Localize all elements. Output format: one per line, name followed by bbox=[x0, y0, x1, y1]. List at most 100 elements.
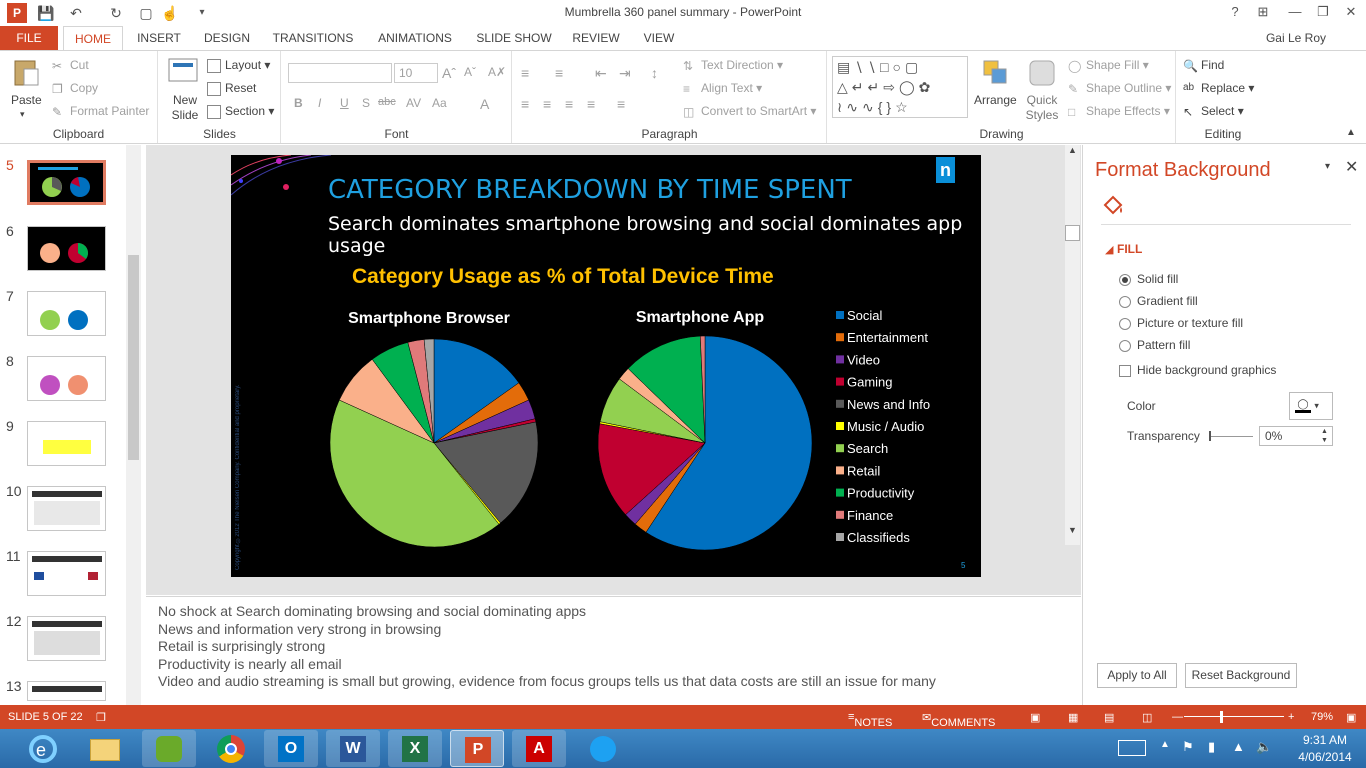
underline-button[interactable]: U bbox=[340, 96, 349, 110]
clock-time[interactable]: 9:31 AM bbox=[1290, 733, 1360, 747]
notes-toggle[interactable]: ≡ NOTES bbox=[848, 711, 892, 729]
fill-collapse-icon[interactable]: ◢ bbox=[1105, 243, 1113, 256]
justify-icon[interactable]: ≡ bbox=[587, 96, 595, 112]
normal-view-icon[interactable]: ▣ bbox=[1030, 711, 1040, 724]
network-icon[interactable]: ▲ bbox=[1232, 739, 1245, 754]
evernote-icon[interactable] bbox=[142, 730, 196, 767]
section-button[interactable]: Section ▾ bbox=[207, 104, 274, 119]
zoom-slider-thumb[interactable] bbox=[1220, 711, 1223, 723]
picture-fill-radio[interactable]: Picture or texture fill bbox=[1119, 316, 1243, 330]
tab-home[interactable]: HOME bbox=[63, 26, 123, 51]
clock-date[interactable]: 4/06/2014 bbox=[1290, 750, 1360, 764]
smartart-button[interactable]: ◫ Convert to SmartArt ▾ bbox=[683, 104, 816, 119]
slide-scrollbar[interactable]: ▲ ▼ bbox=[1065, 145, 1080, 545]
align-center-icon[interactable]: ≡ bbox=[543, 96, 551, 112]
font-name-box[interactable] bbox=[288, 63, 392, 83]
shrink-font-icon[interactable]: Aˇ bbox=[464, 65, 476, 79]
hide-background-checkbox[interactable]: Hide background graphics bbox=[1119, 363, 1276, 377]
reset-background-button[interactable]: Reset Background bbox=[1185, 663, 1297, 688]
action-center-icon[interactable]: ⚑ bbox=[1182, 739, 1194, 755]
excel-icon[interactable]: X bbox=[388, 730, 442, 767]
italic-button[interactable]: I bbox=[318, 96, 321, 110]
spinner-arrows-icon[interactable]: ▲ ▼ bbox=[1321, 427, 1328, 445]
internet-explorer-icon[interactable]: e bbox=[26, 732, 60, 766]
font-color-icon[interactable]: A bbox=[480, 96, 489, 112]
show-hidden-icons[interactable]: ▲ bbox=[1160, 739, 1170, 750]
acrobat-icon[interactable]: A bbox=[512, 730, 566, 767]
outlook-icon[interactable]: O bbox=[264, 730, 318, 767]
strikethrough-button[interactable]: abc bbox=[378, 96, 396, 108]
help-icon[interactable]: ? bbox=[1224, 2, 1246, 22]
word-icon[interactable]: W bbox=[326, 730, 380, 767]
bullets-icon[interactable]: ≡ bbox=[521, 65, 529, 81]
shapes-gallery[interactable]: ▤∖∖□○▢ △↵↵⇨◯✿ ≀∿∿{}☆ bbox=[832, 56, 968, 118]
tab-animations[interactable]: ANIMATIONS bbox=[370, 26, 460, 50]
slide-title[interactable]: CATEGORY BREAKDOWN BY TIME SPENT bbox=[328, 175, 852, 205]
slide-thumbnail-12[interactable] bbox=[27, 616, 106, 661]
arrange-icon[interactable] bbox=[980, 57, 1012, 89]
comments-toggle[interactable]: ✉ COMMENTS bbox=[922, 711, 995, 729]
transparency-slider[interactable] bbox=[1209, 436, 1253, 437]
shape-effects-button[interactable]: □ Shape Effects ▾ bbox=[1068, 104, 1170, 119]
twitter-icon[interactable] bbox=[576, 730, 630, 767]
numbering-icon[interactable]: ≡ bbox=[555, 65, 563, 81]
reset-button[interactable]: Reset bbox=[207, 81, 256, 96]
paste-dropdown-icon[interactable]: ▾ bbox=[20, 109, 25, 120]
slide-thumbnail-8[interactable] bbox=[27, 356, 106, 401]
align-left-icon[interactable]: ≡ bbox=[521, 96, 529, 112]
zoom-out-icon[interactable]: — bbox=[1172, 711, 1183, 723]
file-explorer-icon[interactable] bbox=[78, 730, 132, 767]
gradient-fill-radio[interactable]: Gradient fill bbox=[1119, 294, 1198, 308]
chart-title[interactable]: Category Usage as % of Total Device Time bbox=[352, 265, 774, 289]
font-size-box[interactable]: 10 bbox=[394, 63, 438, 83]
bold-button[interactable]: B bbox=[294, 96, 303, 110]
maximize-button[interactable]: ❐ bbox=[1312, 2, 1334, 22]
slide-thumbnail-6[interactable] bbox=[27, 226, 106, 271]
tab-insert[interactable]: INSERT bbox=[134, 26, 184, 50]
quick-styles-icon[interactable] bbox=[1026, 57, 1058, 89]
slide-thumbnail-10[interactable] bbox=[27, 486, 106, 531]
ribbon-options-icon[interactable]: ⊞ bbox=[1252, 2, 1274, 22]
copy-button[interactable]: ❐ Copy bbox=[52, 81, 98, 96]
slide-sorter-icon[interactable]: ▦ bbox=[1068, 711, 1078, 724]
tab-slide-show[interactable]: SLIDE SHOW bbox=[472, 26, 556, 50]
scroll-down-icon[interactable]: ▼ bbox=[1065, 525, 1080, 535]
tab-view[interactable]: VIEW bbox=[636, 26, 682, 50]
slide-thumbnail-7[interactable] bbox=[27, 291, 106, 336]
spellcheck-icon[interactable]: ❐ bbox=[96, 711, 106, 724]
volume-icon[interactable]: 🔈 bbox=[1256, 739, 1272, 755]
solid-fill-radio[interactable]: Solid fill bbox=[1119, 272, 1178, 286]
notes-pane[interactable]: No shock at Search dominating browsing a… bbox=[146, 596, 1081, 705]
increase-indent-icon[interactable]: ⇥ bbox=[619, 65, 631, 82]
slide-thumbnail-11[interactable] bbox=[27, 551, 106, 596]
shape-fill-button[interactable]: ◯ Shape Fill ▾ bbox=[1068, 58, 1149, 73]
slide-thumbnail-9[interactable] bbox=[27, 421, 106, 466]
slide-thumbnail-13[interactable] bbox=[27, 681, 106, 701]
slideshow-view-icon[interactable]: ◫ bbox=[1142, 711, 1152, 724]
battery-icon[interactable]: ▮ bbox=[1208, 739, 1215, 755]
slider-thumb[interactable] bbox=[1209, 431, 1211, 441]
quick-styles-button[interactable]: Quick Styles bbox=[1024, 93, 1060, 123]
align-right-icon[interactable]: ≡ bbox=[565, 96, 573, 112]
chrome-icon[interactable] bbox=[204, 730, 258, 767]
slide-subtitle[interactable]: Search dominates smartphone browsing and… bbox=[328, 213, 981, 257]
tab-transitions[interactable]: TRANSITIONS bbox=[268, 26, 358, 50]
apply-to-all-button[interactable]: Apply to All bbox=[1097, 663, 1177, 688]
columns-icon[interactable]: ≡ bbox=[617, 96, 625, 112]
char-spacing-icon[interactable]: AV bbox=[406, 96, 421, 110]
shadow-button[interactable]: S bbox=[362, 96, 370, 110]
slide-thumbnail-5[interactable] bbox=[27, 160, 106, 205]
paste-button[interactable]: Paste bbox=[11, 93, 42, 107]
scroll-up-icon[interactable]: ▲ bbox=[1065, 145, 1080, 155]
tab-file[interactable]: FILE bbox=[0, 26, 58, 50]
minimize-button[interactable]: — bbox=[1284, 2, 1306, 22]
zoom-level[interactable]: 79% bbox=[1311, 711, 1333, 723]
new-slide-icon[interactable] bbox=[167, 55, 199, 87]
pane-options-icon[interactable]: ▾ bbox=[1325, 161, 1330, 172]
layout-button[interactable]: Layout ▾ bbox=[207, 58, 270, 73]
color-picker-button[interactable]: ◯ ▾ bbox=[1289, 392, 1333, 420]
shape-outline-button[interactable]: ✎ Shape Outline ▾ bbox=[1068, 81, 1171, 96]
line-spacing-icon[interactable]: ↕ bbox=[651, 65, 658, 81]
user-name[interactable]: Gai Le Roy bbox=[1266, 31, 1326, 45]
scrollbar-thumb[interactable] bbox=[1065, 225, 1080, 241]
